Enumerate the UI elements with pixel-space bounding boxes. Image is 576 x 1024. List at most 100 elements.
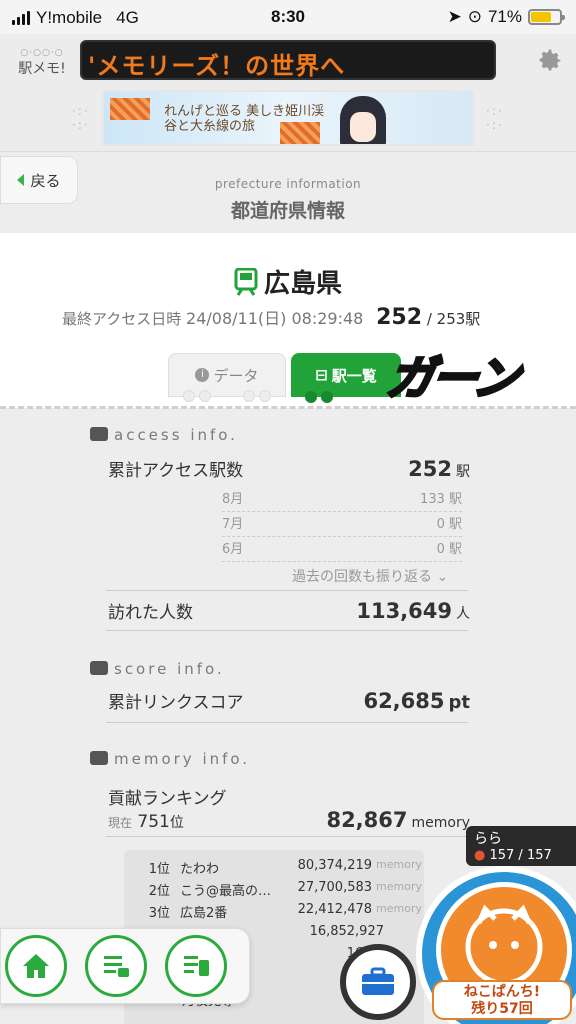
home-button[interactable] xyxy=(5,935,67,997)
battery-icon xyxy=(528,9,565,25)
total-count: / 253駅 xyxy=(426,310,481,328)
tab-data[interactable]: i データ xyxy=(168,353,286,402)
rank-name: こう@最高の… xyxy=(180,884,272,899)
ranking-label-row: 貢献ランキング xyxy=(108,784,470,809)
total-access-value: 252 xyxy=(408,457,452,481)
tab-data-label: データ xyxy=(213,366,259,385)
location-icon: ➤ xyxy=(447,7,462,26)
visitors-unit: 人 xyxy=(456,606,470,622)
memory-unit: memory xyxy=(411,815,471,831)
link-score-value: 62,685 xyxy=(363,689,445,713)
month-value: 0 駅 xyxy=(436,542,462,557)
shock-text-overlay: ガーン xyxy=(382,350,522,407)
total-access-label: 累計アクセス駅数 xyxy=(108,461,244,481)
link-score-label: 累計リンクスコア xyxy=(108,693,244,713)
ranking-row: 3位 広島2番 22,412,478 memory xyxy=(132,902,422,921)
flame-icon: ● xyxy=(474,848,486,863)
train-icon xyxy=(234,268,258,296)
ranking-row: 2位 こう@最高の… 27,700,583 memory xyxy=(132,880,422,899)
info-icon: i xyxy=(195,368,210,382)
sparkle-deco: ·:· ·:· xyxy=(72,104,90,132)
page-title: 都道府県情報 xyxy=(230,200,345,222)
rank-score: 22,412,478 xyxy=(297,902,373,917)
divider xyxy=(0,406,576,409)
rank-name: たわわ xyxy=(180,862,220,877)
app-header: ○·○○·○ 駅メモ! 'メモリーズ！の世界へ ·:· ·:· ·:· ·:· れん… xyxy=(0,34,576,152)
rank-name: 広島2番 xyxy=(180,906,228,921)
month-row: 6月 0 駅 xyxy=(222,538,462,562)
last-access-label: 最終アクセス日時 xyxy=(62,310,182,328)
ranking-label: 貢献ランキング xyxy=(108,789,227,809)
divider xyxy=(106,590,468,591)
current-rank-row: 現在 751位 82,867 memory xyxy=(108,808,470,832)
visitors-label: 訪れた人数 xyxy=(108,603,193,623)
rotation-lock-icon: ⊙ xyxy=(467,7,482,26)
ranking-row: 1位 たわわ 80,374,219 memory xyxy=(132,858,422,877)
prefecture-label: 広島県 xyxy=(263,269,342,299)
list-station-icon xyxy=(184,956,209,976)
rank-pos: 3位 xyxy=(148,906,171,921)
bottom-nav xyxy=(0,928,250,1004)
rank-unit: memory xyxy=(376,880,422,893)
total-access-row: 累計アクセス駅数 252 駅 xyxy=(108,456,470,481)
visited-count: 252 xyxy=(376,305,423,330)
access-info-heading: access info. xyxy=(90,426,238,444)
train-icon: ⊟ xyxy=(315,366,328,384)
link-score-row: 累計リンクスコア 62,685 pt xyxy=(108,688,470,713)
player-badge[interactable]: らら ● 157 / 157 xyxy=(466,826,576,866)
divider xyxy=(106,722,468,723)
character-face xyxy=(350,112,376,142)
access-heading-text: access info. xyxy=(114,426,238,444)
memory-heading-text: memory info. xyxy=(114,750,251,768)
rank-unit: memory xyxy=(376,858,422,871)
rank-unit: memory xyxy=(376,902,422,915)
player-hp: 157 / 157 xyxy=(489,848,552,863)
score-info-heading: score info. xyxy=(90,660,225,678)
prefecture-name: 広島県 xyxy=(0,263,576,300)
page-subtitle: prefecture information xyxy=(214,177,362,191)
score-heading-text: score info. xyxy=(114,660,225,678)
status-bar: Y!mobile 4G 8:30 ➤ ⊙ 71% xyxy=(0,0,576,34)
crown-icon xyxy=(90,661,108,675)
wand-icon xyxy=(90,751,108,765)
rank-score: 16,852,927 xyxy=(309,924,384,939)
station-list-button[interactable] xyxy=(165,935,227,997)
sparkle-deco: ·:· ·:· xyxy=(486,104,504,132)
visitors-row: 訪れた人数 113,649 人 xyxy=(108,598,470,623)
ticker-text: 'メモリーズ！の世界へ xyxy=(88,52,346,80)
briefcase-icon xyxy=(362,967,394,995)
event-banner[interactable]: れんげと巡る 美しき姫川渓谷と大糸線の旅 xyxy=(102,90,474,146)
visitors-value: 113,649 xyxy=(356,599,452,623)
divider xyxy=(106,630,468,631)
gear-icon[interactable] xyxy=(536,46,564,74)
app-logo[interactable]: ○·○○·○ 駅メモ! xyxy=(12,48,72,94)
tab-station-label: 駅一覧 xyxy=(331,366,377,385)
train-face-icon xyxy=(90,427,108,441)
neko-punch-button[interactable]: ねこぱんち! 残り57回 xyxy=(416,866,576,1024)
memory-value: 82,867 xyxy=(326,808,408,832)
memo-list-button[interactable] xyxy=(85,935,147,997)
neko-punch-remaining: 残り57回 xyxy=(471,1001,533,1017)
divider xyxy=(106,836,468,837)
battery-percent: 71% xyxy=(487,7,522,26)
rank-score: 80,374,219 xyxy=(297,858,373,873)
total-access-unit: 駅 xyxy=(456,464,470,480)
tab-station-list[interactable]: ⊟ 駅一覧 xyxy=(291,353,401,403)
month-row: 8月 133 駅 xyxy=(222,488,462,512)
neko-punch-label: ねこぱんち! xyxy=(463,984,541,1000)
rank-pos: 1位 xyxy=(148,862,171,877)
memory-info-heading: memory info. xyxy=(90,750,250,768)
item-case-button[interactable] xyxy=(340,944,416,1020)
month-label: 6月 xyxy=(222,542,244,557)
rank-score: 27,700,583 xyxy=(297,880,373,895)
month-row: 7月 0 駅 xyxy=(222,513,462,537)
history-toggle[interactable]: 過去の回数も振り返る ⌄ xyxy=(292,566,448,586)
current-rank: 751 xyxy=(137,812,170,832)
month-value: 0 駅 xyxy=(436,517,462,532)
logo-text: 駅メモ! xyxy=(18,61,66,77)
home-icon xyxy=(23,954,49,978)
ticker-display: 'メモリーズ！の世界へ xyxy=(80,40,496,80)
last-access-time: 24/08/11(日) 08:29:48 xyxy=(186,309,364,328)
chevron-down-icon: ⌄ xyxy=(436,569,449,585)
neko-punch-caption: ねこぱんち! 残り57回 xyxy=(432,980,572,1020)
